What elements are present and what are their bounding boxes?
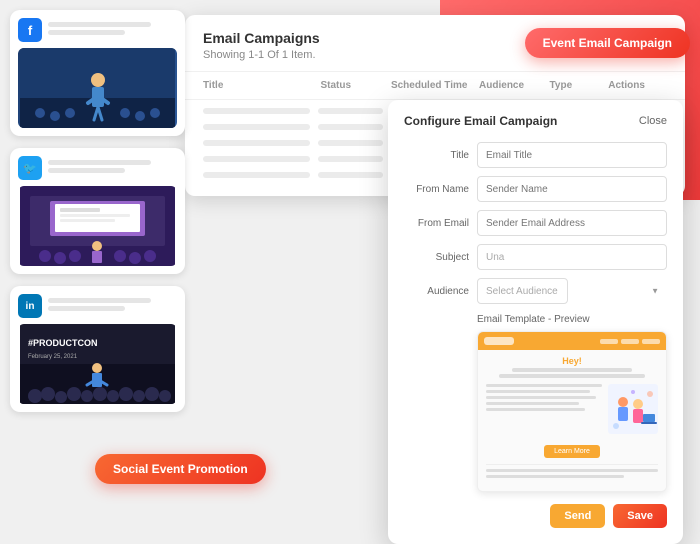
chevron-down-icon: ▼ (651, 287, 659, 296)
col-title: Title (203, 80, 320, 91)
placeholder-line (48, 298, 151, 303)
from-email-field-row: From Email (404, 210, 667, 236)
cell-placeholder (318, 108, 382, 114)
cell-placeholder (203, 172, 310, 178)
facebook-icon: f (18, 18, 42, 42)
preview-cta: Learn More (486, 440, 658, 458)
preview-hey-text: Hey! (486, 356, 658, 366)
linkedin-card-lines (48, 298, 177, 314)
preview-nav-item (621, 339, 639, 344)
from-email-input[interactable] (477, 210, 667, 236)
cell-placeholder (203, 124, 310, 130)
preview-subtitle-line (512, 368, 632, 372)
placeholder-line (48, 306, 125, 311)
subject-field-row: Subject (404, 244, 667, 270)
preview-text-block (486, 384, 602, 414)
twitter-card-image (18, 186, 177, 266)
preview-text-line (486, 396, 596, 399)
linkedin-icon: in (18, 294, 42, 318)
col-actions: Actions (608, 80, 667, 91)
placeholder-line (48, 22, 151, 27)
preview-body: Hey! (478, 350, 666, 491)
from-name-field-row: From Name (404, 176, 667, 202)
preview-header-bar (478, 332, 666, 350)
title-field-row: Title (404, 142, 667, 168)
col-type: Type (550, 80, 609, 91)
from-name-label: From Name (404, 184, 469, 195)
email-table-header: Title Status Scheduled Time Audience Typ… (185, 72, 685, 100)
preview-footer-line (486, 475, 624, 478)
preview-footer (486, 464, 658, 485)
preview-nav (600, 339, 660, 344)
preview-logo (484, 337, 514, 345)
preview-people-illustration (608, 384, 658, 434)
cell-placeholder (203, 140, 310, 146)
svg-text:February 25, 2021: February 25, 2021 (28, 354, 78, 360)
placeholder-line (48, 160, 151, 165)
twitter-card-header: 🐦 (18, 156, 177, 180)
audience-field-row: Audience Select Audience ▼ (404, 278, 667, 304)
audience-select[interactable]: Select Audience (477, 278, 568, 304)
email-preview-section: Email Template - Preview Hey! (404, 314, 667, 492)
twitter-card: 🐦 (10, 148, 185, 274)
card-image-bg (18, 48, 177, 128)
cell-placeholder (318, 124, 382, 130)
preview-cta-button: Learn More (544, 445, 600, 458)
preview-text-line (486, 402, 579, 405)
modal-close-button[interactable]: Close (639, 115, 667, 127)
event-email-campaign-badge: Event Email Campaign (525, 28, 690, 58)
col-audience: Audience (479, 80, 549, 91)
preview-text-line (486, 390, 590, 393)
placeholder-line (48, 168, 125, 173)
cell-placeholder (203, 108, 310, 114)
preview-label: Email Template - Preview (477, 314, 667, 325)
from-name-input[interactable] (477, 176, 667, 202)
cell-placeholder (318, 172, 382, 178)
placeholder-line (48, 30, 125, 35)
preview-subtitle-line (499, 374, 645, 378)
facebook-card-lines (48, 22, 177, 38)
modal-header: Configure Email Campaign Close (404, 114, 667, 128)
social-event-promotion-badge: Social Event Promotion (95, 454, 266, 484)
preview-nav-item (642, 339, 660, 344)
svg-text:#PRODUCTCON: #PRODUCTCON (28, 338, 98, 348)
audience-select-wrapper: Select Audience ▼ (477, 278, 667, 304)
cell-placeholder (203, 156, 310, 162)
facebook-card: f (10, 10, 185, 136)
linkedin-card-header: in (18, 294, 177, 318)
email-template-preview: Hey! (477, 331, 667, 492)
col-status: Status (320, 80, 390, 91)
title-input[interactable] (477, 142, 667, 168)
cell-placeholder (318, 140, 382, 146)
cell-placeholder (318, 156, 382, 162)
preview-footer-line (486, 469, 658, 472)
subject-label: Subject (404, 252, 469, 263)
linkedin-card-image: #PRODUCTCON February 25, 2021 (18, 324, 177, 404)
from-email-label: From Email (404, 218, 469, 229)
facebook-card-image (18, 48, 177, 128)
title-label: Title (404, 150, 469, 161)
subject-input[interactable] (477, 244, 667, 270)
twitter-card-lines (48, 160, 177, 176)
audience-label: Audience (404, 286, 469, 297)
social-cards-panel: f (10, 10, 185, 424)
preview-text-line (486, 408, 585, 411)
save-button[interactable]: Save (613, 504, 667, 528)
preview-content-area (486, 384, 658, 434)
configure-email-modal: Configure Email Campaign Close Title Fro… (388, 100, 683, 544)
modal-title: Configure Email Campaign (404, 114, 557, 128)
preview-nav-item (600, 339, 618, 344)
col-scheduled-time: Scheduled Time (391, 80, 479, 91)
send-button[interactable]: Send (550, 504, 605, 528)
facebook-card-header: f (18, 18, 177, 42)
modal-actions: Send Save (404, 504, 667, 528)
preview-text-line (486, 384, 602, 387)
twitter-icon: 🐦 (18, 156, 42, 180)
linkedin-card: in #PROD (10, 286, 185, 412)
